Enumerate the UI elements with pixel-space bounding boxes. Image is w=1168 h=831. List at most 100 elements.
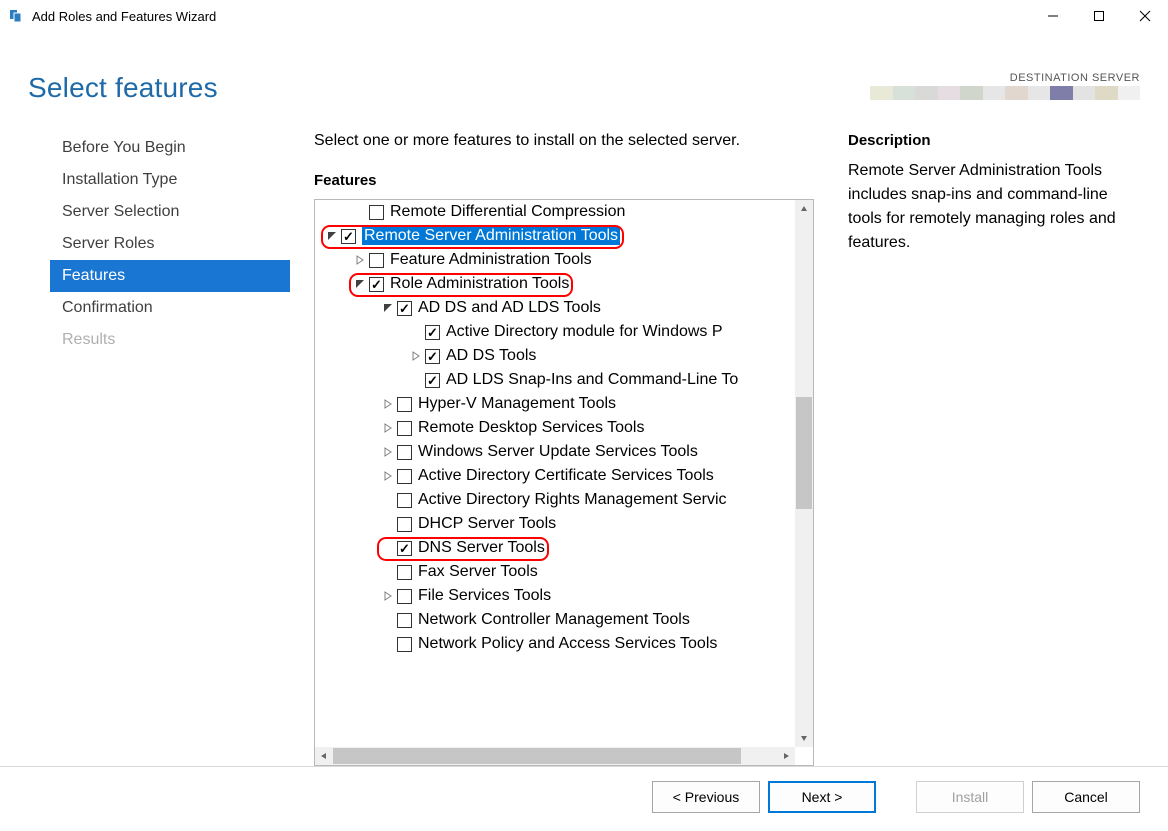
tree-row[interactable]: Active Directory Rights Management Servi…: [315, 488, 795, 512]
checkbox[interactable]: [397, 613, 412, 628]
tree-row[interactable]: Network Controller Management Tools: [315, 608, 795, 632]
nav-item[interactable]: Features: [50, 260, 290, 292]
tree-row[interactable]: AD DS Tools: [315, 344, 795, 368]
tree-row[interactable]: Active Directory Certificate Services To…: [315, 464, 795, 488]
tree-item-label[interactable]: Active Directory Rights Management Servi…: [418, 491, 727, 509]
tree-item-label[interactable]: Active Directory module for Windows P: [446, 323, 723, 341]
nav-item[interactable]: Confirmation: [50, 292, 290, 324]
app-icon: [8, 7, 26, 25]
expander-closed-icon[interactable]: [381, 421, 395, 435]
tree-row[interactable]: Hyper-V Management Tools: [315, 392, 795, 416]
checkbox[interactable]: [369, 205, 384, 220]
scroll-left-icon[interactable]: [315, 747, 333, 765]
tree-row[interactable]: Fax Server Tools: [315, 560, 795, 584]
tree-row[interactable]: Role Administration Tools: [315, 272, 795, 296]
checkbox[interactable]: [425, 325, 440, 340]
expander-spacer: [381, 565, 395, 579]
wizard-window: Add Roles and Features Wizard Select fea…: [0, 0, 1168, 831]
tree-row[interactable]: Remote Desktop Services Tools: [315, 416, 795, 440]
scroll-right-icon[interactable]: [777, 747, 795, 765]
window-title: Add Roles and Features Wizard: [32, 9, 1030, 24]
checkbox[interactable]: [397, 421, 412, 436]
vertical-scrollbar[interactable]: [795, 200, 813, 747]
tree-row[interactable]: Windows Server Update Services Tools: [315, 440, 795, 464]
checkbox[interactable]: [397, 445, 412, 460]
checkbox[interactable]: [397, 637, 412, 652]
tree-item-label[interactable]: Hyper-V Management Tools: [418, 395, 616, 413]
expander-open-icon[interactable]: [381, 301, 395, 315]
tree-item-label[interactable]: AD LDS Snap-Ins and Command-Line To: [446, 371, 738, 389]
checkbox[interactable]: [397, 565, 412, 580]
tree-row[interactable]: Active Directory module for Windows P: [315, 320, 795, 344]
horizontal-scrollbar[interactable]: [315, 747, 795, 765]
checkbox[interactable]: [369, 253, 384, 268]
expander-open-icon[interactable]: [325, 229, 339, 243]
previous-button[interactable]: < Previous: [652, 781, 760, 813]
features-section-label: Features: [314, 172, 814, 189]
tree-item-label[interactable]: AD DS and AD LDS Tools: [418, 299, 601, 317]
tree-row[interactable]: Feature Administration Tools: [315, 248, 795, 272]
scroll-up-icon[interactable]: [795, 200, 813, 218]
tree-row[interactable]: Remote Differential Compression: [315, 200, 795, 224]
checkbox[interactable]: [369, 277, 384, 292]
minimize-button[interactable]: [1030, 0, 1076, 32]
checkbox[interactable]: [341, 229, 356, 244]
tree-item-label[interactable]: Network Controller Management Tools: [418, 611, 690, 629]
nav-item[interactable]: Server Roles: [50, 228, 290, 260]
tree-item-label[interactable]: Network Policy and Access Services Tools: [418, 635, 717, 653]
maximize-button[interactable]: [1076, 0, 1122, 32]
nav-item[interactable]: Installation Type: [50, 164, 290, 196]
close-button[interactable]: [1122, 0, 1168, 32]
checkbox[interactable]: [397, 589, 412, 604]
tree-item-label[interactable]: Remote Differential Compression: [390, 203, 625, 221]
checkbox[interactable]: [397, 469, 412, 484]
next-button[interactable]: Next >: [768, 781, 876, 813]
tree-item-label[interactable]: Active Directory Certificate Services To…: [418, 467, 714, 485]
nav-item[interactable]: Before You Begin: [50, 132, 290, 164]
tree-item-label[interactable]: Remote Server Administration Tools: [362, 227, 620, 245]
nav-item[interactable]: Server Selection: [50, 196, 290, 228]
tree-row[interactable]: File Services Tools: [315, 584, 795, 608]
checkbox[interactable]: [397, 541, 412, 556]
tree-item-label[interactable]: Remote Desktop Services Tools: [418, 419, 644, 437]
expander-closed-icon[interactable]: [381, 589, 395, 603]
install-button[interactable]: Install: [916, 781, 1024, 813]
scroll-down-icon[interactable]: [795, 729, 813, 747]
vscroll-thumb[interactable]: [796, 397, 812, 509]
checkbox[interactable]: [397, 397, 412, 412]
expander-closed-icon[interactable]: [409, 349, 423, 363]
tree-row[interactable]: AD DS and AD LDS Tools: [315, 296, 795, 320]
expander-closed-icon[interactable]: [381, 445, 395, 459]
hscroll-track[interactable]: [333, 747, 777, 765]
tree-row[interactable]: Remote Server Administration Tools: [315, 224, 795, 248]
tree-row[interactable]: DNS Server Tools: [315, 536, 795, 560]
expander-spacer: [409, 373, 423, 387]
tree-row[interactable]: AD LDS Snap-Ins and Command-Line To: [315, 368, 795, 392]
tree-item-label[interactable]: Windows Server Update Services Tools: [418, 443, 698, 461]
checkbox[interactable]: [397, 301, 412, 316]
tree-item-label[interactable]: File Services Tools: [418, 587, 551, 605]
wizard-nav: Before You BeginInstallation TypeServer …: [0, 132, 290, 766]
checkbox[interactable]: [397, 517, 412, 532]
tree-item-label[interactable]: Role Administration Tools: [390, 275, 569, 293]
expander-closed-icon[interactable]: [381, 397, 395, 411]
cancel-button[interactable]: Cancel: [1032, 781, 1140, 813]
features-tree[interactable]: Remote Differential Compression Remote Se…: [315, 200, 795, 747]
expander-spacer: [353, 205, 367, 219]
hscroll-thumb[interactable]: [333, 748, 741, 764]
tree-item-label[interactable]: AD DS Tools: [446, 347, 536, 365]
vscroll-track[interactable]: [795, 218, 813, 729]
tree-row[interactable]: DHCP Server Tools: [315, 512, 795, 536]
checkbox[interactable]: [397, 493, 412, 508]
tree-item-label[interactable]: Feature Administration Tools: [390, 251, 592, 269]
tree-item-label[interactable]: Fax Server Tools: [418, 563, 538, 581]
expander-closed-icon[interactable]: [353, 253, 367, 267]
expander-open-icon[interactable]: [353, 277, 367, 291]
nav-item: Results: [50, 324, 290, 356]
checkbox[interactable]: [425, 349, 440, 364]
expander-closed-icon[interactable]: [381, 469, 395, 483]
tree-row[interactable]: Network Policy and Access Services Tools: [315, 632, 795, 656]
tree-item-label[interactable]: DNS Server Tools: [418, 539, 545, 557]
tree-item-label[interactable]: DHCP Server Tools: [418, 515, 556, 533]
checkbox[interactable]: [425, 373, 440, 388]
